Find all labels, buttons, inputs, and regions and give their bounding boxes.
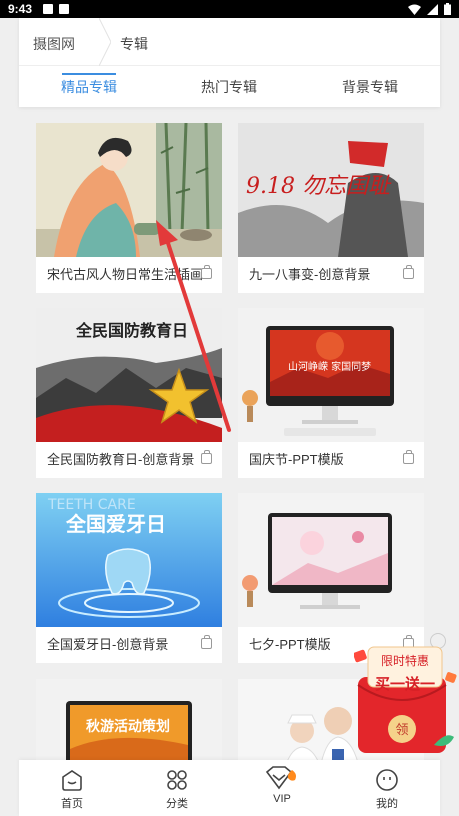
album-card[interactable]: 七夕-PPT模版 (238, 493, 424, 663)
breadcrumb-current: 专辑 (120, 36, 148, 52)
album-card[interactable]: 9.18 勿忘国耻 九一八事变-创意背景 (238, 123, 424, 293)
promo-claim-button[interactable]: 领 (395, 723, 408, 738)
album-caption: 全国爱牙日-创意背景 (47, 637, 169, 652)
app-notification-icon (59, 4, 69, 14)
tab-hot-albums[interactable]: 热门专辑 (179, 77, 279, 97)
image-text: 山河峥嵘 家国同梦 (288, 360, 371, 373)
promo-line1: 限时特惠 (381, 653, 429, 668)
header-card: 摄图网 专辑 精品专辑 热门专辑 背景专辑 (19, 18, 440, 107)
bag-icon[interactable] (201, 635, 212, 649)
bottom-navigation: 首页 分类 VIP 我的 (19, 760, 440, 816)
status-time: 9:43 (8, 2, 33, 16)
bag-icon[interactable] (403, 265, 414, 279)
tab-featured-albums[interactable]: 精品专辑 (39, 77, 139, 97)
album-card[interactable]: 宋代古风人物日常生活插画 (36, 123, 222, 293)
album-caption: 全民国防教育日-创意背景 (47, 452, 195, 467)
918-poster-image: 9.18 勿忘国耻 (238, 123, 424, 257)
promo-sticker[interactable]: 限时特惠 买一送一 领 (354, 645, 458, 757)
vip-diamond-icon (265, 766, 296, 790)
breadcrumb-home-link[interactable]: 摄图网 (33, 34, 75, 54)
nav-home-label: 首页 (61, 798, 83, 810)
active-tab-indicator (62, 73, 116, 75)
bag-icon[interactable] (201, 265, 212, 279)
defense-day-image: 全民国防教育日 (36, 308, 222, 442)
wifi-icon (408, 4, 421, 15)
breadcrumb-chevron-icon (99, 18, 111, 66)
nav-home[interactable]: 首页 (32, 760, 112, 816)
nav-profile[interactable]: 我的 (347, 760, 427, 816)
tab-background-albums[interactable]: 背景专辑 (320, 77, 420, 97)
nav-vip[interactable]: VIP (242, 760, 322, 816)
nav-category[interactable]: 分类 (137, 760, 217, 816)
gallery-icon (43, 4, 53, 14)
album-card[interactable]: 山河峥嵘 家国同梦 国庆节-PPT模版 (238, 308, 424, 478)
ancient-woman-illustration (36, 123, 222, 257)
promo-line2: 买一送一 (375, 675, 435, 693)
breadcrumb: 摄图网 专辑 (19, 18, 440, 66)
bag-icon[interactable] (201, 450, 212, 464)
image-text: 9.18 勿忘国耻 (246, 174, 392, 199)
image-text: 秋游活动策划 (86, 718, 170, 735)
album-card[interactable]: 全民国防教育日 全民国防教育日-创意背景 (36, 308, 222, 478)
status-bar: 9:43 (0, 0, 459, 18)
signal-icon (427, 3, 438, 15)
album-caption: 宋代古风人物日常生活插画 (47, 267, 204, 282)
nav-profile-label: 我的 (376, 798, 398, 810)
battery-icon (444, 3, 451, 15)
national-day-ppt-image: 山河峥嵘 家国同梦 (238, 308, 424, 442)
album-card[interactable]: TEETH CARE 全国爱牙日 全国爱牙日-创意背景 (36, 493, 222, 663)
nav-category-label: 分类 (166, 798, 188, 810)
bag-icon[interactable] (403, 450, 414, 464)
album-caption: 国庆节-PPT模版 (249, 452, 344, 467)
album-caption: 九一八事变-创意背景 (249, 267, 371, 282)
category-icon (167, 770, 187, 790)
qixi-ppt-image (238, 493, 424, 627)
nav-vip-label: VIP (273, 793, 291, 805)
profile-icon (376, 769, 398, 791)
image-text: 全国爱牙日 (65, 512, 166, 536)
home-icon (62, 770, 82, 791)
image-text: 全民国防教育日 (75, 321, 188, 340)
tooth-day-image: TEETH CARE 全国爱牙日 (36, 493, 222, 627)
image-subtext: TEETH CARE (47, 497, 136, 513)
